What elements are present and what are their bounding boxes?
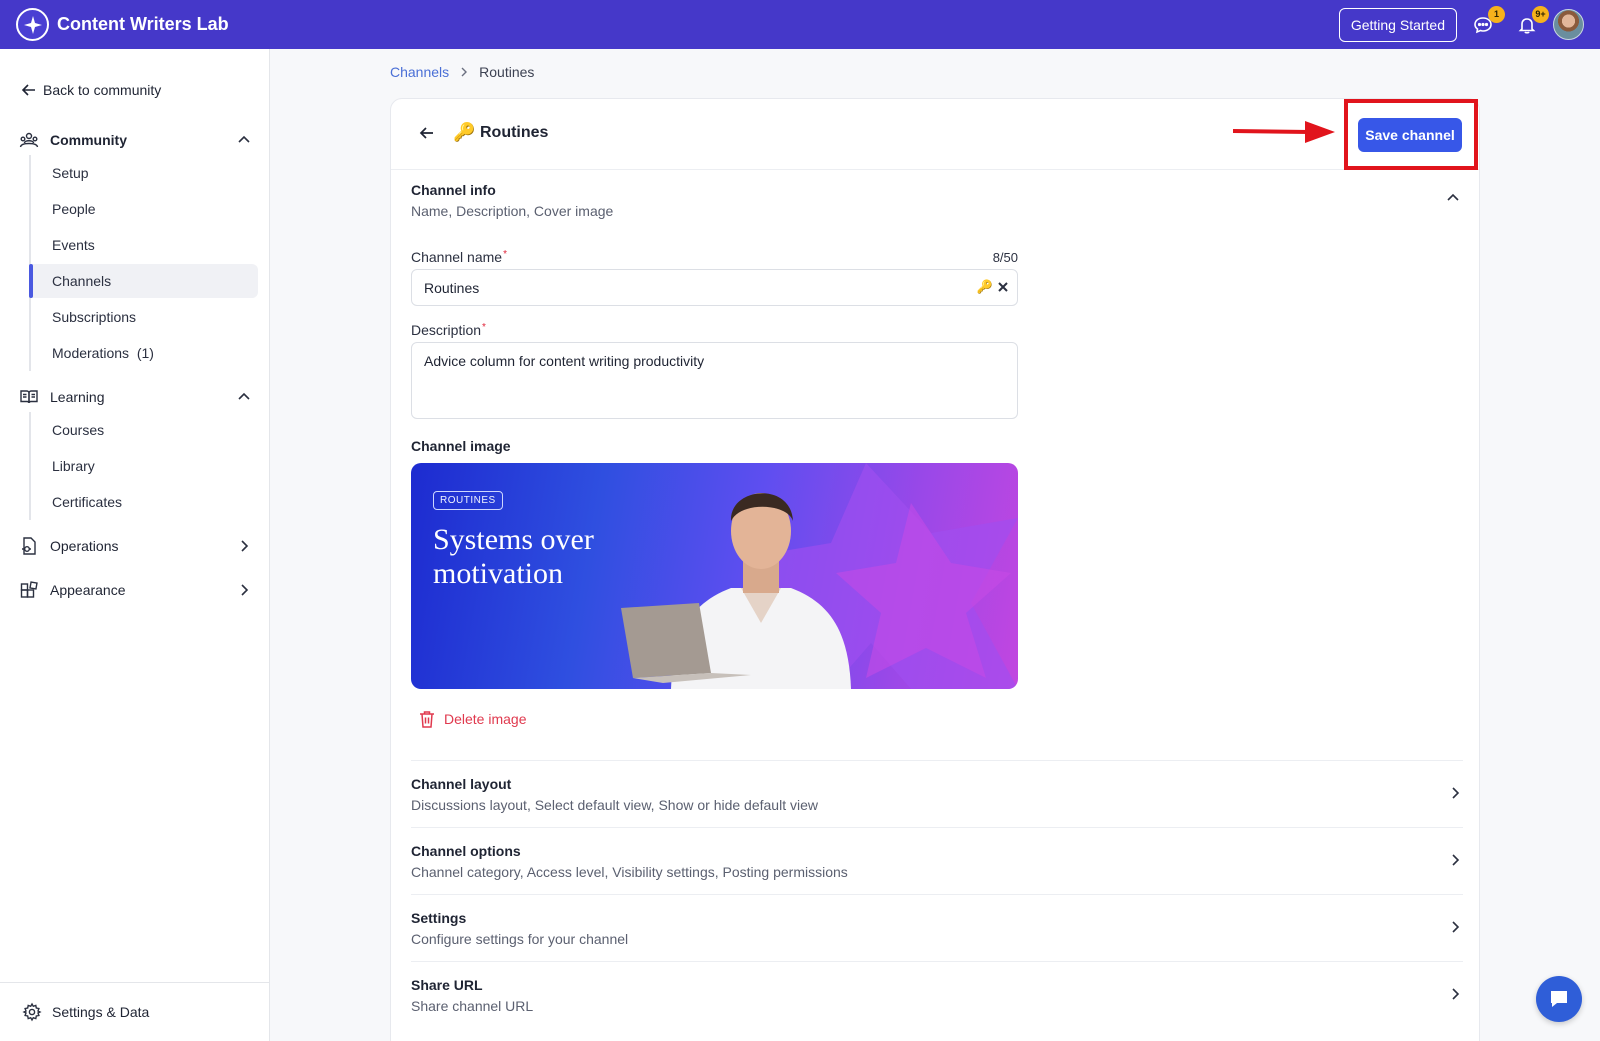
- chevron-right-icon: [1452, 854, 1460, 866]
- delete-image-button[interactable]: Delete image: [419, 710, 527, 728]
- sparkle-logo-icon: [16, 8, 49, 41]
- book-icon: [18, 386, 40, 408]
- notifications-badge: 9+: [1532, 5, 1549, 23]
- section-channel-layout[interactable]: Channel layout Discussions layout, Selec…: [411, 760, 1463, 827]
- chevron-right-icon: [1452, 787, 1460, 799]
- sidebar-item-setup[interactable]: Setup: [31, 156, 258, 190]
- settings-data-link[interactable]: Settings & Data: [0, 982, 270, 1041]
- sidebar-item-library[interactable]: Library: [31, 449, 258, 483]
- back-arrow-icon[interactable]: [418, 124, 436, 147]
- nav-group-community[interactable]: Community: [18, 128, 252, 152]
- chevron-right-icon: [1452, 921, 1460, 933]
- appearance-icon: [18, 579, 40, 601]
- sidebar-item-events[interactable]: Events: [31, 228, 258, 262]
- section-channel-options[interactable]: Channel options Channel category, Access…: [411, 827, 1463, 894]
- getting-started-button[interactable]: Getting Started: [1338, 7, 1457, 42]
- back-label: Back to community: [43, 82, 162, 98]
- sidebar-item-certificates[interactable]: Certificates: [31, 485, 258, 519]
- chevron-up-icon: [238, 135, 250, 143]
- chevron-right-icon: [241, 584, 249, 596]
- nav-group-learning[interactable]: Learning: [18, 385, 252, 409]
- sidebar: Back to community Community Setup People…: [0, 49, 270, 1041]
- operations-icon: [18, 535, 40, 557]
- channel-info-title: Channel info: [411, 182, 496, 198]
- chat-icon: [1551, 991, 1567, 1007]
- top-bar: Content Writers Lab Getting Started 1 9+: [0, 0, 1600, 49]
- chevron-up-icon[interactable]: [1445, 190, 1461, 211]
- person-with-laptop-icon: [621, 493, 851, 689]
- brand[interactable]: Content Writers Lab: [16, 8, 229, 41]
- nav-group-operations[interactable]: Operations: [18, 534, 252, 558]
- channel-edit-card: 🔑 Routines Save channel Channel info Nam…: [390, 98, 1480, 1041]
- breadcrumb: Channels Routines: [390, 64, 534, 80]
- breadcrumb-channels-link[interactable]: Channels: [390, 64, 449, 80]
- description-label: Description*: [411, 322, 486, 338]
- sidebar-item-courses[interactable]: Courses: [31, 413, 258, 447]
- back-to-community-link[interactable]: Back to community: [21, 82, 161, 98]
- cover-tag: ROUTINES: [433, 491, 503, 510]
- breadcrumb-current: Routines: [479, 64, 535, 80]
- settings-data-label: Settings & Data: [52, 1004, 150, 1020]
- close-icon[interactable]: [997, 281, 1009, 293]
- support-chat-button[interactable]: [1536, 976, 1582, 1022]
- key-emoji-icon: 🔑: [453, 122, 476, 142]
- notifications-button[interactable]: 9+: [1509, 5, 1549, 43]
- chevron-up-icon: [238, 392, 250, 400]
- channel-image-label: Channel image: [411, 438, 511, 454]
- sidebar-item-people[interactable]: People: [31, 192, 258, 226]
- chevron-right-icon: [1452, 988, 1460, 1000]
- sidebar-item-channels[interactable]: Channels: [29, 264, 258, 298]
- messages-badge: 1: [1488, 5, 1505, 23]
- chevron-right-icon: [241, 540, 249, 552]
- channel-name-input[interactable]: Routines 🔑: [411, 269, 1018, 306]
- section-share-url[interactable]: Share URL Share channel URL: [411, 961, 1463, 1028]
- description-textarea[interactable]: Advice column for content writing produc…: [411, 342, 1018, 419]
- channel-title: Routines: [480, 124, 549, 141]
- sidebar-item-moderations[interactable]: Moderations (1): [31, 336, 258, 370]
- channel-name-label: Channel name*: [411, 249, 507, 265]
- chevron-right-icon: [458, 66, 470, 78]
- section-settings[interactable]: Settings Configure settings for your cha…: [411, 894, 1463, 961]
- save-channel-button[interactable]: Save channel: [1358, 118, 1462, 152]
- user-avatar[interactable]: [1553, 9, 1584, 40]
- gear-icon: [22, 1002, 42, 1022]
- trash-icon: [420, 711, 434, 728]
- channel-info-subtitle: Name, Description, Cover image: [411, 203, 614, 219]
- community-icon: [18, 129, 40, 151]
- sidebar-item-subscriptions[interactable]: Subscriptions: [31, 300, 258, 334]
- channel-cover-image[interactable]: ROUTINES Systems over motivation: [411, 463, 1018, 689]
- app-name: Content Writers Lab: [57, 14, 229, 34]
- emoji-picker-icon[interactable]: 🔑: [977, 279, 993, 295]
- annotation-arrow-icon: [1233, 121, 1335, 143]
- messages-button[interactable]: 1: [1465, 5, 1505, 43]
- arrow-left-icon: [21, 84, 35, 96]
- channel-name-char-count: 8/50: [992, 250, 1018, 265]
- nav-group-appearance[interactable]: Appearance: [18, 578, 252, 602]
- card-header: 🔑 Routines Save channel: [391, 99, 1479, 170]
